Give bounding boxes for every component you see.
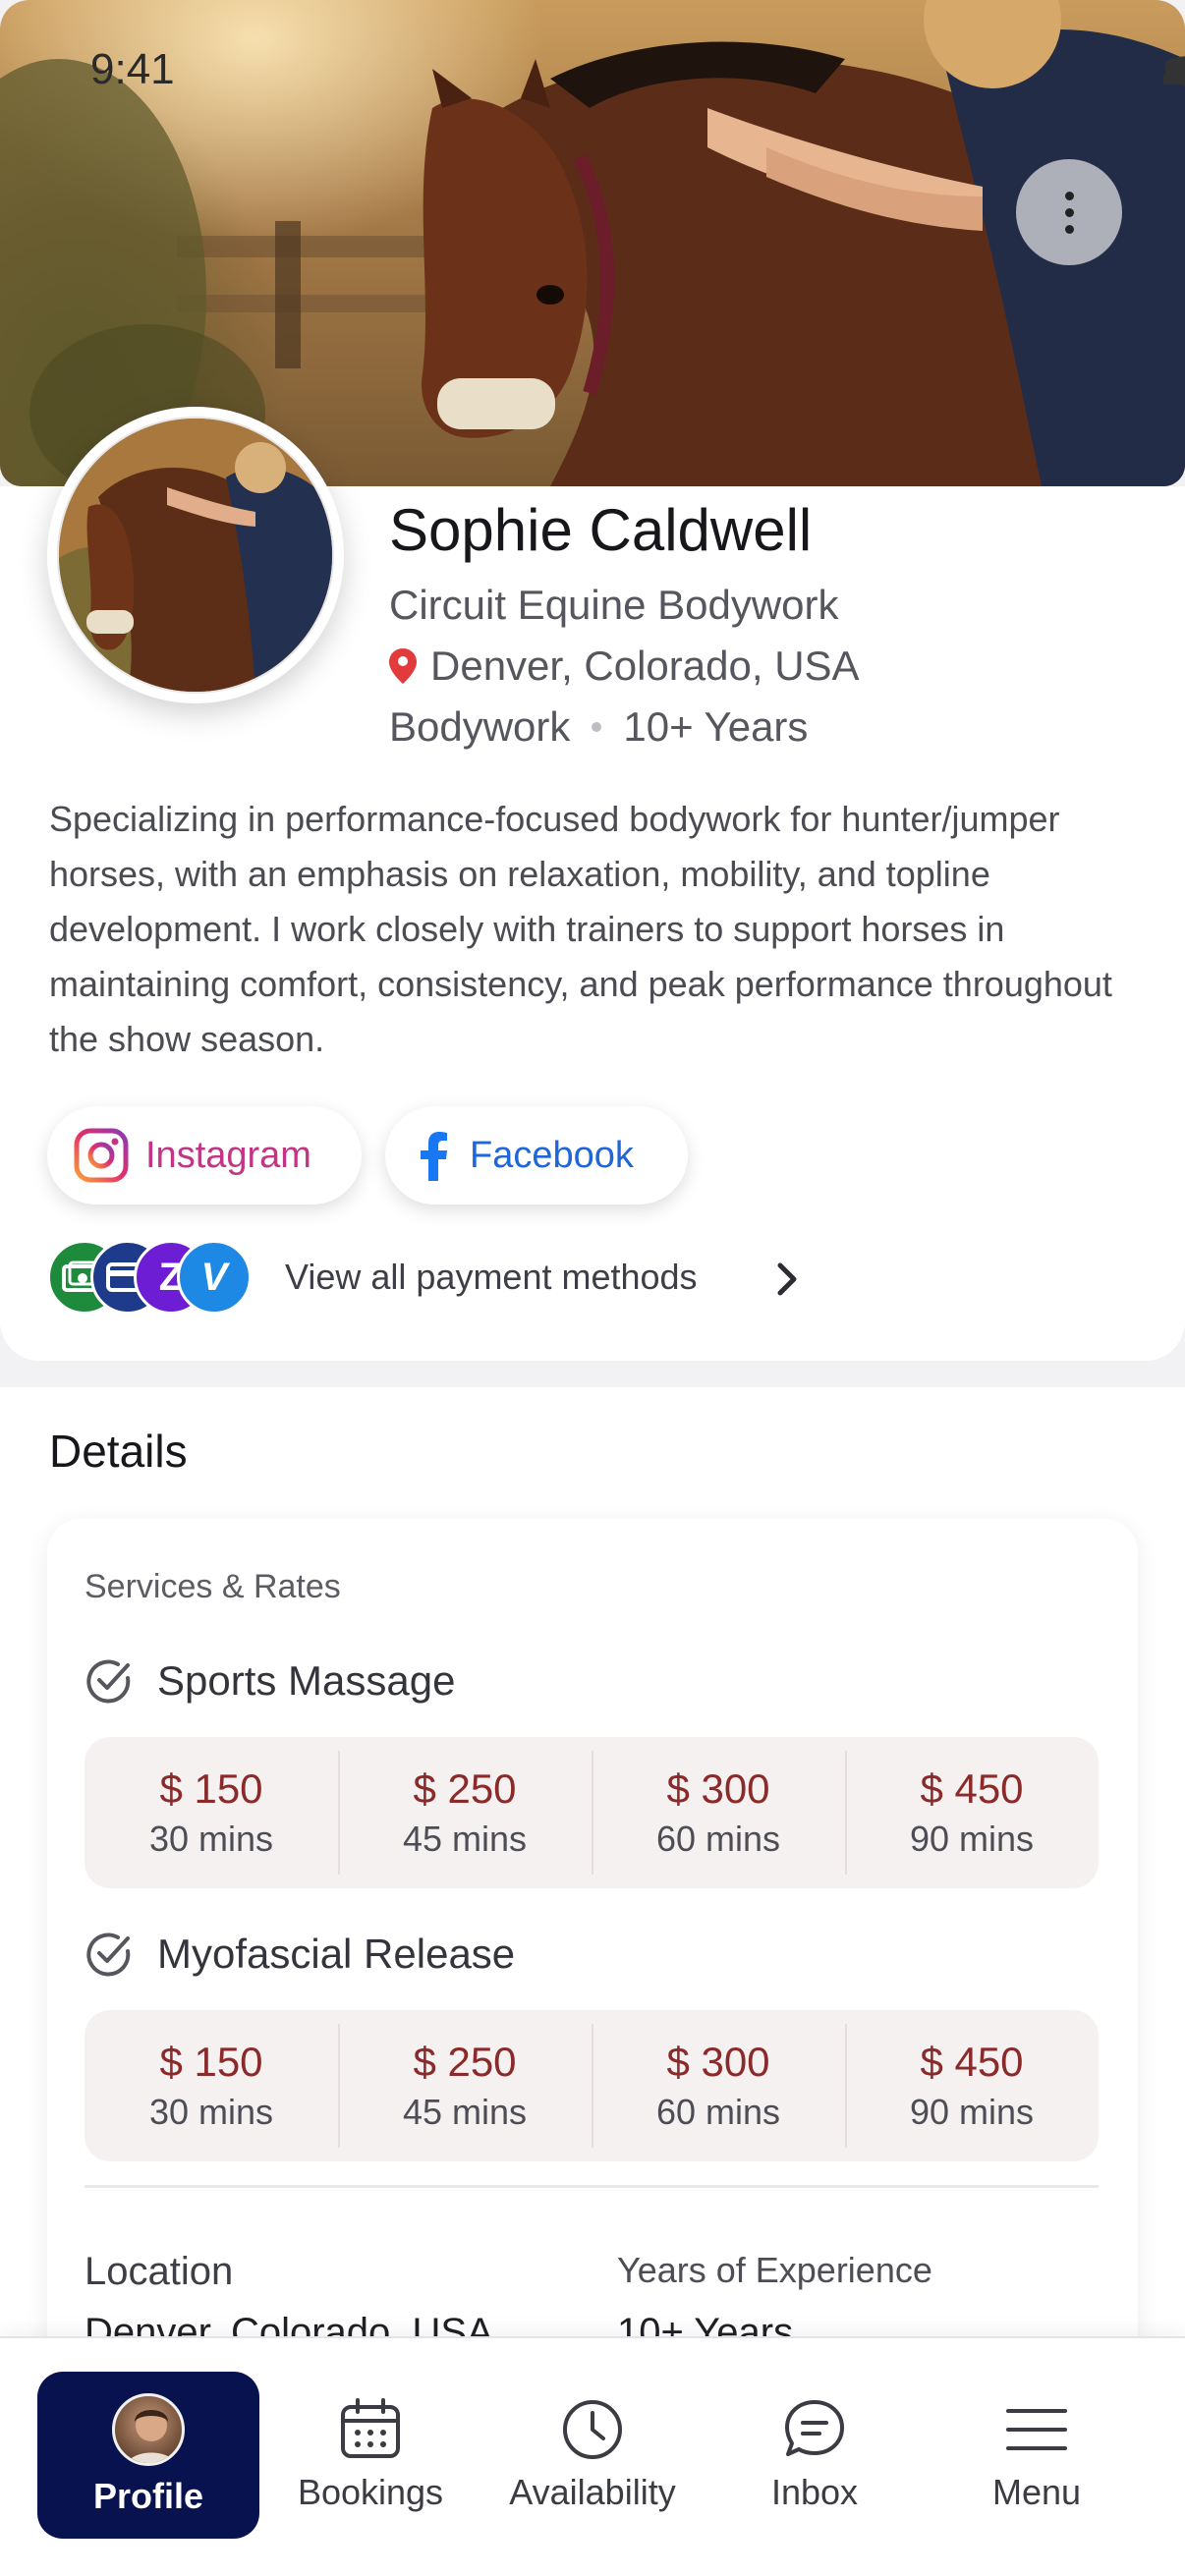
hamburger-menu-icon — [1006, 2409, 1067, 2450]
rate-price: $ 150 — [159, 1765, 263, 1812]
rate-duration: 45 mins — [402, 2092, 528, 2132]
specialty-text: Bodywork — [389, 703, 571, 750]
kebab-dot — [1064, 191, 1074, 200]
rate-price: $ 250 — [413, 2039, 517, 2085]
rate-price: $ 250 — [413, 1765, 517, 1812]
nav-profile[interactable]: Profile — [37, 2372, 259, 2539]
rate-option[interactable]: $ 450 90 mins — [845, 1737, 1099, 1888]
rate-option[interactable]: $ 250 45 mins — [338, 2010, 592, 2161]
social-links: Instagram Facebook — [47, 1106, 688, 1204]
business-name: Circuit Equine Bodywork — [389, 582, 839, 628]
nav-label: Bookings — [297, 2472, 444, 2512]
rate-duration: 60 mins — [655, 2092, 781, 2132]
bottom-navigation: Profile Bookings Availability Inbox Menu — [0, 2336, 1185, 2576]
rate-option[interactable]: $ 300 60 mins — [592, 1737, 845, 1888]
profile-meta: Bodywork 10+ Years — [389, 703, 808, 751]
location-label: Location — [85, 2250, 234, 2293]
chat-bubble-icon — [785, 2400, 844, 2456]
location-text: Denver, Colorado, USA — [430, 643, 860, 689]
check-circle-icon — [86, 1659, 131, 1704]
facebook-icon — [421, 1132, 447, 1181]
rate-duration: 90 mins — [909, 2092, 1035, 2132]
service-name: Sports Massage — [157, 1657, 456, 1704]
rate-price: $ 450 — [920, 1765, 1024, 1812]
service-name: Myofascial Release — [157, 1931, 516, 1977]
profile-avatar[interactable] — [47, 407, 344, 703]
nav-label: Profile — [92, 2476, 204, 2516]
facebook-button[interactable]: Facebook — [385, 1106, 688, 1204]
experience-text: 10+ Years — [623, 703, 809, 750]
payment-icons: Z V — [47, 1240, 254, 1315]
rate-option[interactable]: $ 300 60 mins — [592, 2010, 845, 2161]
status-time: 9:41 — [90, 45, 175, 93]
rate-option[interactable]: $ 250 45 mins — [338, 1737, 592, 1888]
service-title: Sports Massage — [85, 1656, 455, 1706]
service-title: Myofascial Release — [85, 1930, 515, 1979]
check-circle-icon — [86, 1932, 131, 1977]
profile-location: Denver, Colorado, USA — [389, 643, 860, 690]
battery-icon — [1165, 59, 1185, 84]
rate-option[interactable]: $ 150 30 mins — [85, 1737, 338, 1888]
details-title: Details — [49, 1426, 188, 1477]
avatar — [112, 2393, 185, 2466]
rate-duration: 45 mins — [402, 1819, 528, 1859]
rate-duration: 60 mins — [655, 1819, 781, 1859]
clock-icon — [563, 2400, 622, 2459]
rate-option[interactable]: $ 450 90 mins — [845, 2010, 1099, 2161]
instagram-button[interactable]: Instagram — [47, 1106, 362, 1204]
profile-bio: Specializing in performance-focused body… — [49, 799, 1112, 1059]
location-pin-icon — [389, 648, 417, 684]
payment-methods-label: View all payment methods — [285, 1257, 698, 1297]
rate-duration: 90 mins — [909, 1819, 1035, 1859]
kebab-dot — [1064, 224, 1074, 234]
payment-methods-link[interactable]: Z V View all payment methods — [47, 1240, 698, 1315]
kebab-dot — [1064, 207, 1074, 217]
nav-label: Availability — [509, 2472, 676, 2512]
rate-duration: 30 mins — [148, 2092, 274, 2132]
avatar-image — [57, 417, 334, 694]
instagram-icon — [74, 1128, 129, 1183]
rate-option[interactable]: $ 150 30 mins — [85, 2010, 338, 2161]
venmo-icon: V — [177, 1240, 252, 1315]
facebook-label: Facebook — [470, 1134, 634, 1176]
experience-label: Years of Experience — [617, 2250, 932, 2290]
chevron-right-icon[interactable] — [776, 1261, 800, 1297]
nav-inbox[interactable]: Inbox — [704, 2372, 926, 2539]
separator-dot — [592, 722, 602, 732]
nav-bookings[interactable]: Bookings — [259, 2372, 481, 2539]
calendar-icon — [341, 2398, 400, 2458]
rate-price: $ 150 — [159, 2039, 263, 2085]
nav-menu[interactable]: Menu — [926, 2372, 1148, 2539]
instagram-label: Instagram — [145, 1134, 311, 1176]
avatar-illustration — [59, 419, 332, 692]
more-options-button[interactable] — [1016, 159, 1122, 265]
nav-label: Inbox — [770, 2472, 859, 2512]
nav-availability[interactable]: Availability — [481, 2372, 704, 2539]
services-rates-label: Services & Rates — [85, 1568, 341, 1605]
rates-row: $ 150 30 mins $ 250 45 mins $ 300 60 min… — [85, 2010, 1099, 2161]
rates-row: $ 150 30 mins $ 250 45 mins $ 300 60 min… — [85, 1737, 1099, 1888]
rate-price: $ 450 — [920, 2039, 1024, 2085]
profile-name: Sophie Caldwell — [389, 497, 813, 563]
rate-price: $ 300 — [666, 2039, 770, 2085]
rate-duration: 30 mins — [148, 1819, 274, 1859]
details-divider — [85, 2185, 1099, 2188]
nav-label: Menu — [991, 2472, 1082, 2512]
rate-price: $ 300 — [666, 1765, 770, 1812]
